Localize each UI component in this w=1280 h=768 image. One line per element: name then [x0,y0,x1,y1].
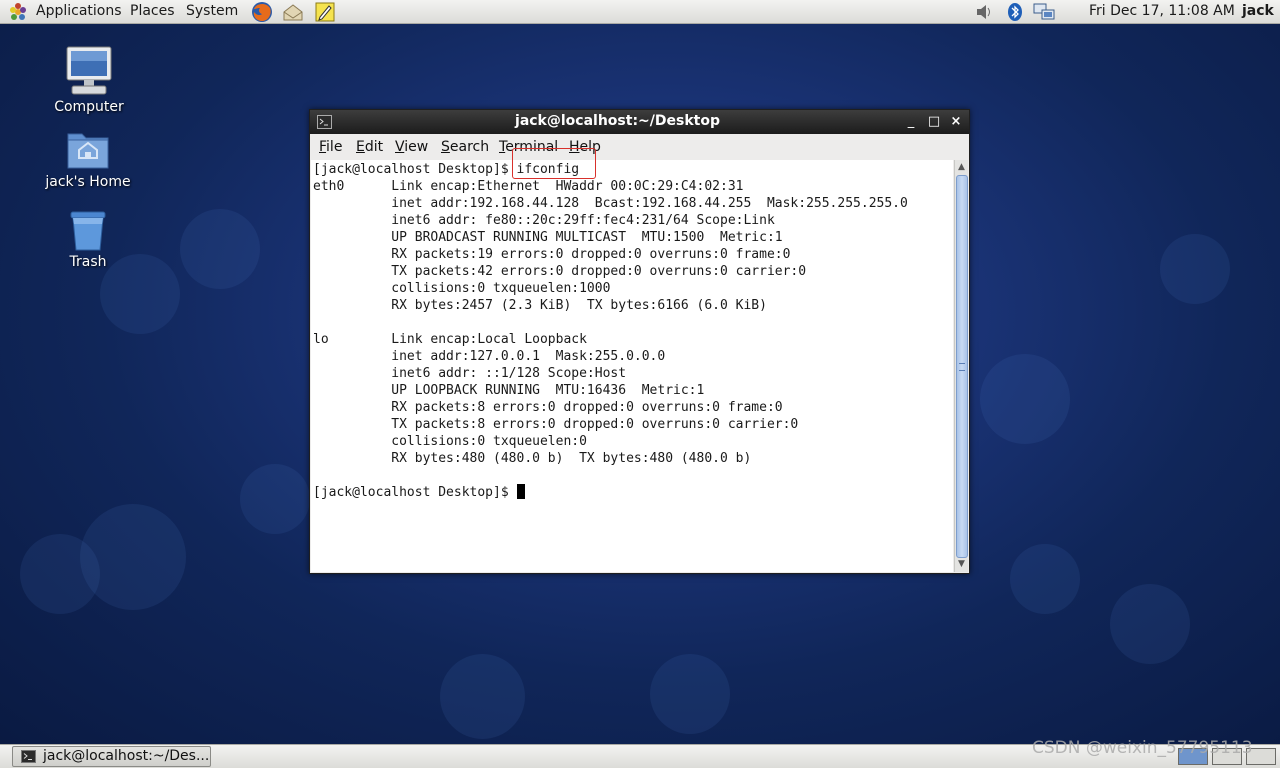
scroll-thumb[interactable] [956,175,968,558]
menu-edit[interactable]: Edit [356,139,383,155]
desktop-icon-label: Computer [54,99,124,115]
terminal-scrollbar[interactable]: ▲ ▼ [954,160,968,572]
terminal-icon [21,750,36,763]
menu-system[interactable]: System [186,3,238,20]
firefox-icon[interactable] [250,0,274,24]
home-folder-icon [67,133,109,169]
maximize-icon[interactable]: □ [926,114,942,130]
taskbar-label: jack@localhost:~/Des... [43,748,210,764]
desktop-icon-computer[interactable]: Computer [39,45,139,115]
command-highlight-box [512,148,596,179]
window-titlebar[interactable]: jack@localhost:~/Desktop _ □ × [310,110,969,134]
terminal-text: [jack@localhost Desktop]$ ifconfig eth0 … [313,161,908,501]
computer-icon [66,46,112,95]
menu-places[interactable]: Places [130,3,175,20]
taskbar-terminal-button[interactable]: jack@localhost:~/Des... [12,746,211,767]
scroll-down-icon[interactable]: ▼ [955,557,968,571]
menu-applications[interactable]: Applications [36,3,122,20]
desktop-icon-trash[interactable]: Trash [38,208,138,270]
desktop-icon-label: Trash [69,254,107,270]
clock[interactable]: Fri Dec 17, 11:08 AM [1089,3,1235,20]
desktop-icon-label: jack's Home [45,174,131,190]
trash-icon [70,211,106,251]
network-icon[interactable] [1033,2,1055,22]
desktop-icon-home[interactable]: jack's Home [38,128,138,190]
menu-view[interactable]: View [395,139,428,155]
terminal-window[interactable]: jack@localhost:~/Desktop _ □ × File Edit… [309,109,970,574]
watermark: CSDN @weixin_57795113 [1032,738,1253,758]
terminal-lines: [jack@localhost Desktop]$ ifconfig eth0 … [313,162,908,466]
mail-icon[interactable] [281,0,305,24]
applications-logo-icon [10,3,26,20]
close-icon[interactable]: × [948,114,964,130]
volume-icon[interactable] [973,2,995,22]
terminal-output[interactable]: [jack@localhost Desktop]$ ifconfig eth0 … [311,148,953,572]
text-cursor [516,484,525,499]
minimize-icon[interactable]: _ [903,114,919,130]
terminal-prompt: [jack@localhost Desktop]$ [313,485,517,500]
user-menu[interactable]: jack [1242,3,1274,20]
top-panel: Applications Places System Fri Dec 17, 1… [0,0,1280,24]
bluetooth-icon[interactable] [1004,2,1026,22]
window-title: jack@localhost:~/Desktop [515,113,720,129]
menu-file[interactable]: File [319,139,342,155]
scroll-up-icon[interactable]: ▲ [955,160,968,174]
terminal-menubar: File Edit View Search Terminal Help [310,135,969,159]
notes-icon[interactable] [313,0,337,24]
menu-search[interactable]: Search [441,139,489,155]
